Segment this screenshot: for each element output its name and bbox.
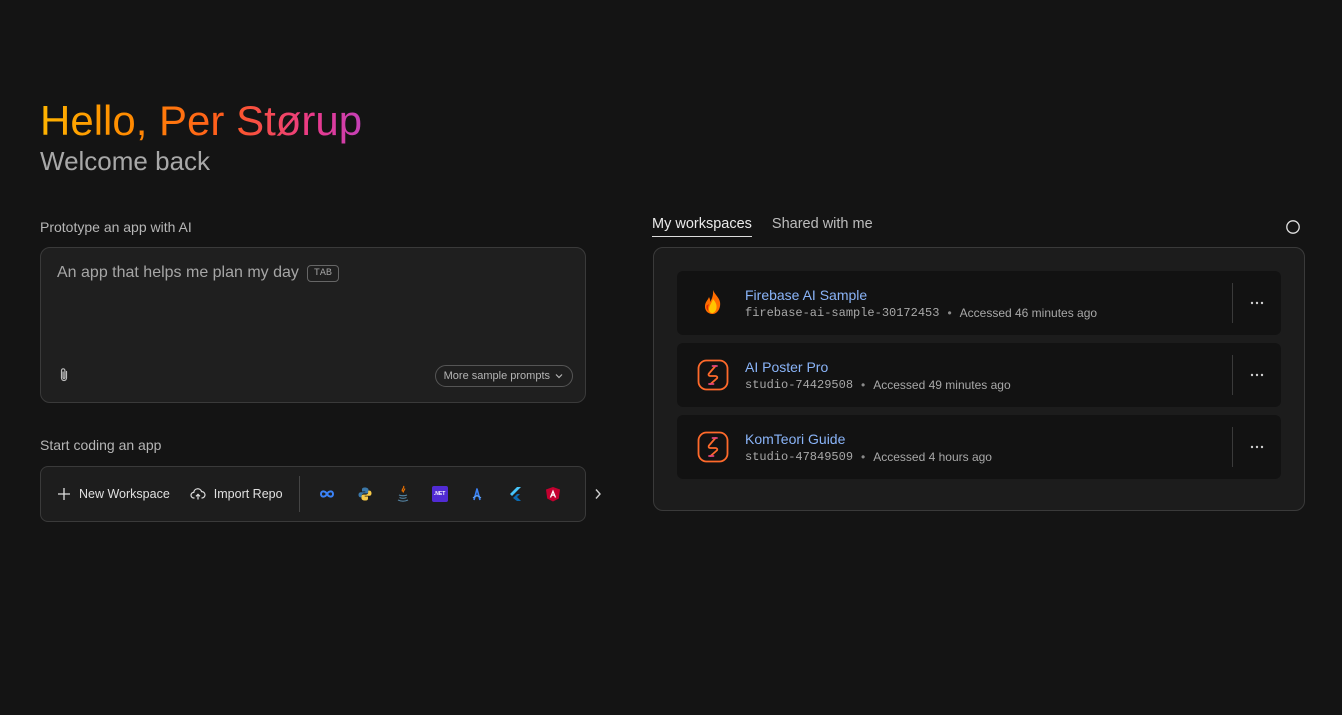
angular-icon[interactable]: [544, 485, 562, 503]
workspace-name[interactable]: AI Poster Pro: [745, 359, 828, 375]
more-sample-prompts-label: More sample prompts: [443, 370, 550, 382]
chevron-down-icon: [555, 374, 563, 379]
more-options-button[interactable]: [1247, 293, 1267, 313]
studio-icon: [697, 359, 729, 391]
more-options-button[interactable]: [1247, 437, 1267, 457]
prototype-section-label: Prototype an app with AI: [40, 219, 192, 235]
bar-divider: [298, 476, 300, 512]
workspace-meta: studio-74429508 • Accessed 49 minutes ag…: [745, 378, 1011, 392]
workspace-meta: firebase-ai-sample-30172453 • Accessed 4…: [745, 306, 1097, 320]
more-horizontal-icon: [1250, 373, 1264, 377]
java-icon[interactable]: [394, 485, 412, 503]
import-repo-label: Import Repo: [213, 487, 283, 501]
tab-my-workspaces[interactable]: My workspaces: [652, 216, 752, 237]
flutter-icon[interactable]: [506, 485, 524, 503]
workspace-accessed: Accessed 46 minutes ago: [959, 306, 1098, 320]
prompt-placeholder: An app that helps me plan my day: [57, 264, 299, 281]
meta-separator: •: [947, 306, 952, 320]
more-horizontal-icon: [1250, 445, 1264, 449]
workspace-card[interactable]: AI Poster Pro studio-74429508 • Accessed…: [677, 343, 1281, 407]
workspace-id: firebase-ai-sample-30172453: [745, 306, 940, 320]
more-sample-prompts-button[interactable]: More sample prompts: [434, 365, 573, 387]
template-icons: .NET: [310, 467, 562, 521]
greeting-title: Hello, Per Størup: [40, 97, 363, 144]
cloud-upload-icon: [190, 488, 206, 500]
workspace-accessed: Accessed 4 hours ago: [873, 450, 992, 464]
tab-shared-with-me[interactable]: Shared with me: [772, 216, 873, 237]
loading-circle-icon: [1286, 220, 1300, 234]
card-divider: [1232, 283, 1233, 323]
new-workspace-button[interactable]: New Workspace: [41, 467, 180, 521]
workspace-id: studio-47849509: [745, 450, 854, 464]
new-workspace-label: New Workspace: [79, 487, 170, 501]
prompt-input[interactable]: An app that helps me plan my day TAB: [57, 264, 339, 282]
workspace-accessed: Accessed 49 minutes ago: [873, 378, 1011, 392]
workspaces-panel: Firebase AI Sample firebase-ai-sample-30…: [653, 247, 1305, 511]
more-options-button[interactable]: [1247, 365, 1267, 385]
tab-hint-badge: TAB: [306, 264, 339, 282]
meta-separator: •: [861, 450, 866, 464]
workspace-name[interactable]: Firebase AI Sample: [745, 287, 867, 303]
prompt-box[interactable]: An app that helps me plan my day TAB Mor…: [40, 247, 586, 403]
dotnet-icon[interactable]: .NET: [431, 486, 448, 502]
import-repo-button[interactable]: Import Repo: [180, 467, 293, 521]
studio-icon: [697, 431, 729, 463]
python-icon[interactable]: [356, 485, 374, 503]
workspace-meta: studio-47849509 • Accessed 4 hours ago: [745, 450, 992, 464]
coding-section-label: Start coding an app: [40, 437, 162, 453]
workspace-card[interactable]: Firebase AI Sample firebase-ai-sample-30…: [677, 271, 1281, 335]
workspace-tabs: My workspaces Shared with me: [652, 216, 873, 237]
card-divider: [1232, 427, 1233, 467]
chevron-right-icon[interactable]: [590, 486, 606, 502]
welcome-subtitle: Welcome back: [40, 146, 211, 176]
meta-separator: •: [861, 378, 866, 392]
more-horizontal-icon: [1250, 301, 1264, 305]
infinity-icon[interactable]: [318, 485, 336, 503]
card-divider: [1232, 355, 1233, 395]
paperclip-icon[interactable]: [57, 367, 71, 383]
plus-icon: [58, 488, 70, 500]
workspace-name[interactable]: KomTeori Guide: [745, 431, 845, 447]
workspace-card[interactable]: KomTeori Guide studio-47849509 • Accesse…: [677, 415, 1281, 479]
workspace-id: studio-74429508: [745, 378, 854, 392]
astro-icon[interactable]: [468, 485, 486, 503]
start-coding-bar: New Workspace Import Repo .NET: [40, 466, 586, 522]
firebase-icon: [704, 290, 721, 314]
dotnet-icon-text: .NET: [433, 491, 446, 497]
